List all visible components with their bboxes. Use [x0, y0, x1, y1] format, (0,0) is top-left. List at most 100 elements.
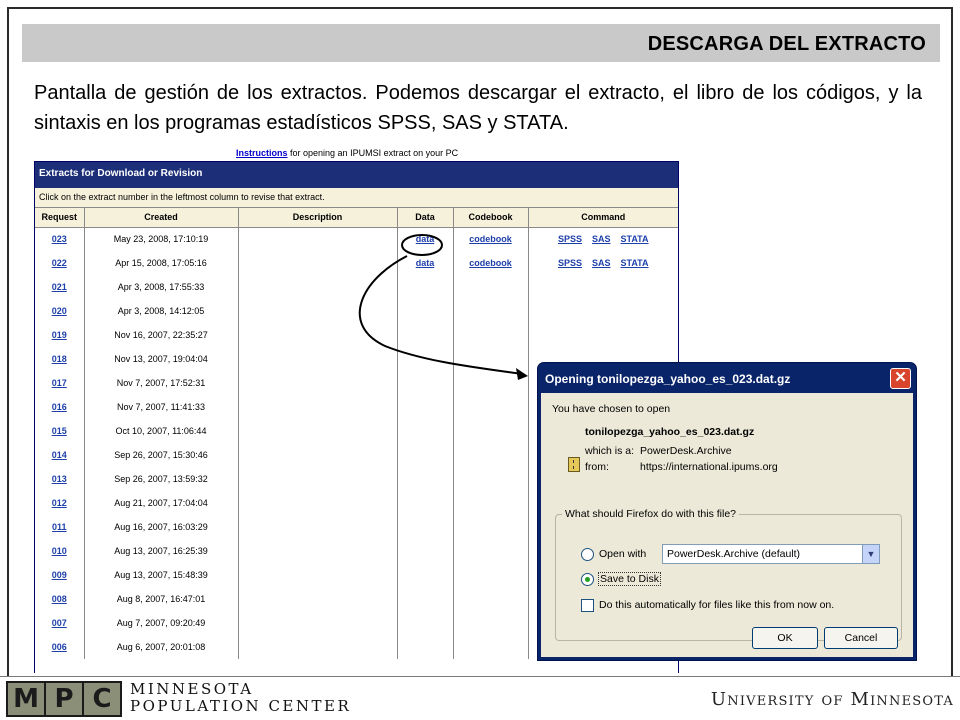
- codebook-cell: [453, 347, 529, 371]
- open-with-label[interactable]: Open with: [599, 548, 646, 560]
- created-cell: Sep 26, 2007, 15:30:46: [84, 443, 239, 467]
- cancel-button[interactable]: Cancel: [824, 627, 898, 649]
- request-link[interactable]: 022: [52, 258, 67, 268]
- description-cell: [238, 299, 398, 323]
- data-cell: [397, 563, 454, 587]
- request-cell: 015: [35, 419, 85, 443]
- request-link[interactable]: 023: [52, 234, 67, 244]
- description-cell: [238, 491, 398, 515]
- created-cell: Nov 16, 2007, 22:35:27: [84, 323, 239, 347]
- dialog-title-bar: Opening tonilopezga_yahoo_es_023.dat.gz …: [541, 363, 913, 393]
- auto-checkbox[interactable]: [581, 599, 594, 612]
- request-link[interactable]: 021: [52, 282, 67, 292]
- data-cell: [397, 323, 454, 347]
- request-link[interactable]: 008: [52, 594, 67, 604]
- request-link[interactable]: 013: [52, 474, 67, 484]
- request-cell: 008: [35, 587, 85, 611]
- save-to-disk-label[interactable]: Save to Disk: [598, 572, 661, 586]
- created-cell: Aug 8, 2007, 16:47:01: [84, 587, 239, 611]
- request-cell: 013: [35, 467, 85, 491]
- codebook-cell: [453, 539, 529, 563]
- request-link[interactable]: 007: [52, 618, 67, 628]
- request-cell: 014: [35, 443, 85, 467]
- request-link[interactable]: 010: [52, 546, 67, 556]
- command-link-spss[interactable]: SPSS: [558, 258, 582, 268]
- chevron-down-icon[interactable]: ▼: [862, 545, 879, 563]
- created-cell: May 23, 2008, 17:10:19: [84, 227, 239, 251]
- request-link[interactable]: 019: [52, 330, 67, 340]
- open-with-select[interactable]: PowerDesk.Archive (default) ▼: [662, 544, 880, 564]
- column-header: Description: [238, 208, 398, 228]
- request-link[interactable]: 011: [52, 522, 67, 532]
- data-cell: [397, 299, 454, 323]
- codebook-cell: [453, 587, 529, 611]
- data-cell: [397, 515, 454, 539]
- slide-frame-right: [951, 8, 953, 676]
- logo-letter-p: P: [46, 683, 82, 715]
- data-link[interactable]: data: [416, 234, 435, 244]
- close-icon[interactable]: ✕: [890, 368, 911, 389]
- command-link-sas[interactable]: SAS: [592, 234, 611, 244]
- logo-letter-m: M: [8, 683, 44, 715]
- from-label: from:: [585, 461, 609, 473]
- command-link-spss[interactable]: SPSS: [558, 234, 582, 244]
- command-cell: [528, 323, 678, 347]
- created-cell: Apr 3, 2008, 17:55:33: [84, 275, 239, 299]
- codebook-link[interactable]: codebook: [469, 234, 512, 244]
- description-cell: [238, 467, 398, 491]
- request-link[interactable]: 016: [52, 402, 67, 412]
- which-is-value: PowerDesk.Archive: [640, 445, 732, 457]
- created-cell: Aug 7, 2007, 09:20:49: [84, 611, 239, 635]
- request-cell: 007: [35, 611, 85, 635]
- data-link[interactable]: data: [416, 258, 435, 268]
- codebook-cell: [453, 515, 529, 539]
- codebook-cell: [453, 467, 529, 491]
- file-name: tonilopezga_yahoo_es_023.dat.gz: [585, 426, 755, 438]
- description-cell: [238, 635, 398, 659]
- created-cell: Nov 7, 2007, 17:52:31: [84, 371, 239, 395]
- save-to-disk-radio[interactable]: [581, 573, 594, 586]
- ok-button[interactable]: OK: [752, 627, 818, 649]
- description-cell: [238, 419, 398, 443]
- table-row: 023 May 23, 2008, 17:10:19 data codebook SPS…: [35, 227, 678, 251]
- data-cell: [397, 587, 454, 611]
- request-link[interactable]: 009: [52, 570, 67, 580]
- created-cell: Aug 16, 2007, 16:03:29: [84, 515, 239, 539]
- request-link[interactable]: 006: [52, 642, 67, 652]
- request-link[interactable]: 015: [52, 426, 67, 436]
- description-cell: [238, 395, 398, 419]
- data-cell: [397, 275, 454, 299]
- auto-label[interactable]: Do this automatically for files like thi…: [599, 599, 834, 611]
- codebook-link[interactable]: codebook: [469, 258, 512, 268]
- instructions-link[interactable]: Instructions: [236, 148, 288, 158]
- data-cell: [397, 467, 454, 491]
- codebook-cell: [453, 563, 529, 587]
- request-link[interactable]: 017: [52, 378, 67, 388]
- command-link-stata[interactable]: STATA: [621, 258, 649, 268]
- chosen-text: You have chosen to open: [552, 403, 671, 415]
- data-cell: [397, 635, 454, 659]
- request-link[interactable]: 012: [52, 498, 67, 508]
- open-with-radio[interactable]: [581, 548, 594, 561]
- codebook-cell: [453, 611, 529, 635]
- description-cell: [238, 563, 398, 587]
- request-link[interactable]: 014: [52, 450, 67, 460]
- request-link[interactable]: 018: [52, 354, 67, 364]
- column-header: Data: [397, 208, 454, 228]
- created-cell: Apr 3, 2008, 14:12:05: [84, 299, 239, 323]
- request-cell: 012: [35, 491, 85, 515]
- command-link-sas[interactable]: SAS: [592, 258, 611, 268]
- codebook-cell: codebook: [453, 251, 529, 275]
- slide-title-bar: DESCARGA DEL EXTRACTO: [22, 24, 940, 62]
- data-cell: [397, 347, 454, 371]
- data-cell: [397, 371, 454, 395]
- request-link[interactable]: 020: [52, 306, 67, 316]
- mpc-name-line2: Population Center: [130, 697, 352, 715]
- column-header: Codebook: [453, 208, 529, 228]
- command-link-stata[interactable]: STATA: [621, 234, 649, 244]
- table-row: 020 Apr 3, 2008, 14:12:05: [35, 299, 678, 323]
- action-group-label: What should Firefox do with this file?: [562, 508, 739, 520]
- command-cell: SPSS SAS STATA: [528, 227, 678, 251]
- column-header: Created: [84, 208, 239, 228]
- university-name: University of Minnesota: [710, 689, 954, 710]
